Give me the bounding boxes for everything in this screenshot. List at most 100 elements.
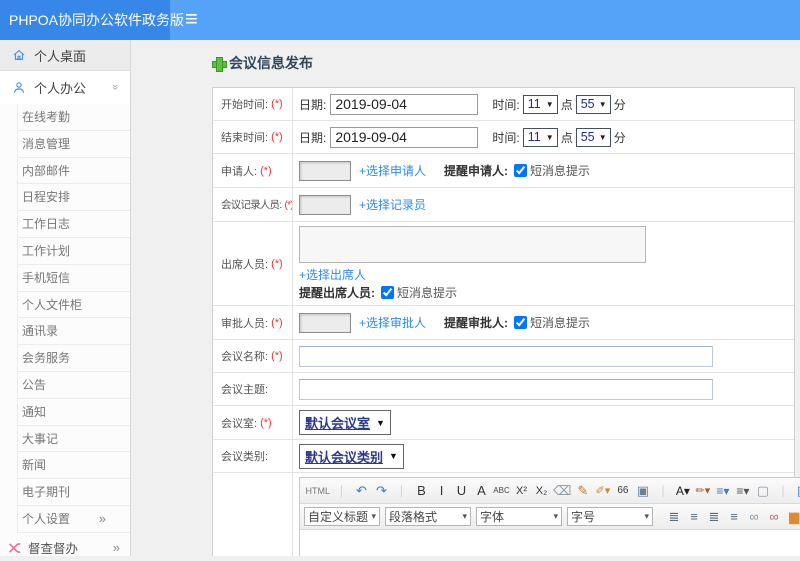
chevron-right-icon: »	[113, 540, 120, 555]
redo-button[interactable]: ↷	[373, 481, 390, 501]
sidebar-submenu-item[interactable]: 工作日志	[17, 211, 130, 238]
unordered-list-button[interactable]: ≡▾	[734, 481, 751, 501]
font-size-select[interactable]: 字号 ▾	[567, 507, 653, 526]
sidebar-submenu-item[interactable]: 电子期刊	[17, 479, 130, 506]
form-row-recorder: 会议记录人员: (*) +选择记录员	[213, 188, 794, 222]
sidebar-item-label: 督查督办	[28, 538, 78, 557]
select-recorder-link[interactable]: +选择记录员	[359, 196, 426, 213]
caret-down-icon: ▼	[376, 418, 385, 428]
sidebar-item-settings[interactable]: 个人设置 »	[17, 506, 130, 533]
sidebar-submenu-item[interactable]: 通讯录	[17, 318, 130, 345]
align-justify-button[interactable]: ≡	[726, 507, 743, 527]
remind-approver-checkbox[interactable]	[514, 316, 527, 329]
start-date-input[interactable]	[330, 94, 478, 115]
sidebar-submenu-item[interactable]: 大事记	[17, 426, 130, 453]
sidebar-submenu-item[interactable]: 日程安排	[17, 184, 130, 211]
paste-button[interactable]: ▣	[634, 481, 651, 501]
meeting-category-select[interactable]: 默认会议类别 ▼	[299, 444, 404, 469]
sidebar-submenu-item[interactable]: 消息管理	[17, 131, 130, 158]
field-label: 审批人员:	[221, 315, 268, 331]
sidebar-item-desktop[interactable]: 个人桌面	[0, 40, 130, 71]
end-date-input[interactable]	[330, 127, 478, 148]
select-attendees-link[interactable]: +选择出席人	[299, 268, 366, 282]
sidebar: 个人桌面 个人办公 » 在线考勤 消息管理 内部邮件 日程安排 工作日志 工作计…	[0, 40, 131, 556]
select-applicant-link[interactable]: +选择申请人	[359, 162, 426, 179]
meeting-name-input[interactable]	[299, 346, 713, 367]
undo-button[interactable]: ↶	[353, 481, 370, 501]
sidebar-item-supervise[interactable]: 督查督办 »	[0, 535, 130, 561]
chevron-right-icon: »	[99, 506, 106, 533]
unlink-button[interactable]: ∞	[766, 507, 783, 527]
meeting-room-select[interactable]: 默认会议室 ▼	[299, 410, 391, 435]
html-source-button[interactable]: HTML	[306, 481, 331, 501]
form-row-start-time: 开始时间: (*) 日期: 时间: 11 ▼ 点 55 ▼ 分	[213, 88, 794, 121]
end-hour-select[interactable]: 11 ▼	[523, 128, 558, 147]
eraser-button[interactable]: ⌫	[553, 481, 571, 501]
field-label: 结束时间:	[221, 129, 268, 145]
sidebar-submenu-item[interactable]: 工作计划	[17, 238, 130, 265]
time-label: 时间:	[492, 129, 519, 146]
strikethrough-button[interactable]: ABC	[493, 481, 510, 501]
caret-down-icon: ▾	[553, 511, 558, 522]
fullscreen-button[interactable]: ▣	[794, 481, 800, 501]
sidebar-submenu: 在线考勤 消息管理 内部邮件 日程安排 工作日志 工作计划 手机短信 个人文件柜…	[17, 104, 130, 506]
link-button[interactable]: ∞	[746, 507, 763, 527]
required-mark: (*)	[271, 317, 283, 329]
subscript-button[interactable]: X₂	[533, 481, 550, 501]
remind-attendees-label: 提醒出席人员:	[299, 284, 375, 301]
sms-remind-label: 短消息提示	[530, 162, 590, 179]
font-color-button[interactable]: A▾	[674, 481, 691, 501]
superscript-button[interactable]: X²	[513, 481, 530, 501]
sidebar-item-office[interactable]: 个人办公 »	[0, 71, 130, 104]
editor-content-area[interactable]	[300, 530, 800, 556]
sidebar-submenu-settings: 个人设置 »	[17, 506, 130, 533]
select-approver-link[interactable]: +选择审批人	[359, 314, 426, 331]
blank-page-button[interactable]: ▢	[754, 481, 771, 501]
remind-attendees-checkbox[interactable]	[381, 286, 394, 299]
meeting-subject-input[interactable]	[299, 379, 713, 400]
underline-button[interactable]: U	[453, 481, 470, 501]
ordered-list-button[interactable]: ≡▾	[714, 481, 731, 501]
sidebar-submenu-item[interactable]: 在线考勤	[17, 104, 130, 131]
form-row-meeting-room: 会议室: (*) 默认会议室 ▼	[213, 406, 794, 440]
date-label: 日期:	[299, 96, 326, 113]
attendees-textarea[interactable]	[299, 226, 646, 263]
sidebar-submenu-item[interactable]: 会务服务	[17, 345, 130, 372]
remind-applicant-checkbox[interactable]	[514, 164, 527, 177]
font-family-select[interactable]: 字体 ▾	[476, 507, 562, 526]
paragraph-format-select[interactable]: 段落格式 ▾	[385, 507, 471, 526]
sidebar-submenu-item[interactable]: 内部邮件	[17, 158, 130, 185]
recorder-input[interactable]	[299, 195, 351, 215]
blockquote-button[interactable]: 66	[614, 481, 631, 501]
format-brush-button[interactable]: ✎	[574, 481, 591, 501]
user-icon	[11, 81, 27, 95]
spray-format-button[interactable]: ✐▾	[594, 481, 611, 501]
applicant-input[interactable]	[299, 161, 351, 181]
align-center-button[interactable]: ≡	[686, 507, 703, 527]
align-left-button[interactable]: ≣	[666, 507, 683, 527]
start-minute-select[interactable]: 55 ▼	[576, 95, 611, 114]
caret-down-icon: ▾	[644, 511, 649, 522]
sidebar-submenu-item[interactable]: 手机短信	[17, 265, 130, 292]
sidebar-submenu-item[interactable]: 个人文件柜	[17, 292, 130, 319]
end-minute-select[interactable]: 55 ▼	[576, 128, 611, 147]
hour-unit: 点	[561, 96, 573, 113]
add-icon	[212, 57, 225, 70]
bold-button[interactable]: B	[413, 481, 430, 501]
page-title: 会议信息发布	[212, 53, 800, 73]
font-border-button[interactable]: A	[473, 481, 490, 501]
heading-select[interactable]: 自定义标题 ▾	[304, 507, 380, 526]
sidebar-submenu-item[interactable]: 新闻	[17, 452, 130, 479]
required-mark: (*)	[271, 98, 283, 110]
start-hour-select[interactable]: 11 ▼	[523, 95, 558, 114]
image-button[interactable]: ▆	[786, 507, 800, 527]
separator: |	[654, 481, 671, 501]
highlight-color-button[interactable]: ✏▾	[694, 481, 711, 501]
caret-down-icon: ▼	[389, 451, 398, 461]
italic-button[interactable]: I	[433, 481, 450, 501]
align-right-button[interactable]: ≣	[706, 507, 723, 527]
approver-input[interactable]	[299, 313, 351, 333]
menu-toggle-icon[interactable]: ≡	[185, 0, 198, 40]
sidebar-submenu-item[interactable]: 通知	[17, 399, 130, 426]
sidebar-submenu-item[interactable]: 公告	[17, 372, 130, 399]
